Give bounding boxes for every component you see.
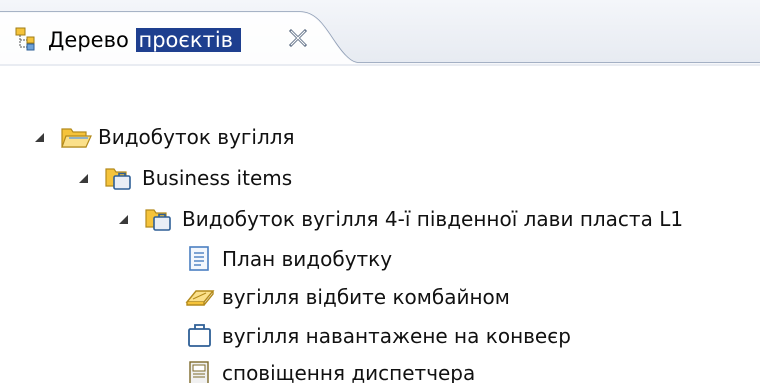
tree-leaf-coal-cut[interactable]: вугілля відбите комбайном: [184, 280, 510, 314]
tree-node-label: Видобуток вугілля: [98, 125, 295, 149]
tab-title: Дерево проєктів: [48, 27, 242, 53]
business-folder-icon: [145, 209, 171, 231]
tree-leaf-dispatcher-notice[interactable]: сповіщення диспетчера: [184, 356, 475, 383]
tree-node-item-folder[interactable]: Видобуток вугілля 4-ї південної лави пла…: [116, 202, 683, 236]
tab-title-part1: Дерево: [48, 28, 129, 52]
tree-node-label: сповіщення диспетчера: [222, 361, 476, 383]
eraser-item-icon: [185, 290, 215, 306]
business-folder-icon: [105, 168, 131, 190]
open-folder-icon: [61, 128, 92, 148]
document-icon: [189, 246, 209, 271]
close-icon[interactable]: [286, 26, 310, 50]
tree-node-label: Видобуток вугілля 4-ї південної лави пла…: [182, 207, 684, 231]
tree-node-business-items[interactable]: Business items: [76, 161, 292, 195]
project-tree-view: Дерево проєктів Видобуток вугілля Busine…: [0, 0, 760, 383]
tree-content: Видобуток вугілля Business items Видобут…: [0, 66, 760, 383]
tree-leaf-plan[interactable]: План видобутку: [184, 242, 392, 276]
tree-node-root[interactable]: Видобуток вугілля: [32, 120, 295, 154]
project-tree-icon: [15, 27, 35, 51]
view-tab-strip: Дерево проєктів: [0, 0, 760, 66]
tree-node-label: вугілля навантажене на конвеєр: [222, 324, 571, 348]
expanded-arrow-icon[interactable]: [76, 171, 90, 185]
tree-node-label: Business items: [142, 166, 293, 190]
expanded-arrow-icon[interactable]: [32, 130, 46, 144]
notification-icon: [189, 361, 209, 383]
tab-title-part2-selected: проєктів: [135, 28, 242, 52]
tree-node-label: вугілля відбите комбайном: [222, 285, 510, 309]
expanded-arrow-icon[interactable]: [116, 212, 130, 226]
tree-node-label: План видобутку: [222, 247, 393, 271]
tree-leaf-coal-loaded[interactable]: вугілля навантажене на конвеєр: [184, 319, 571, 353]
package-icon: [188, 324, 211, 347]
